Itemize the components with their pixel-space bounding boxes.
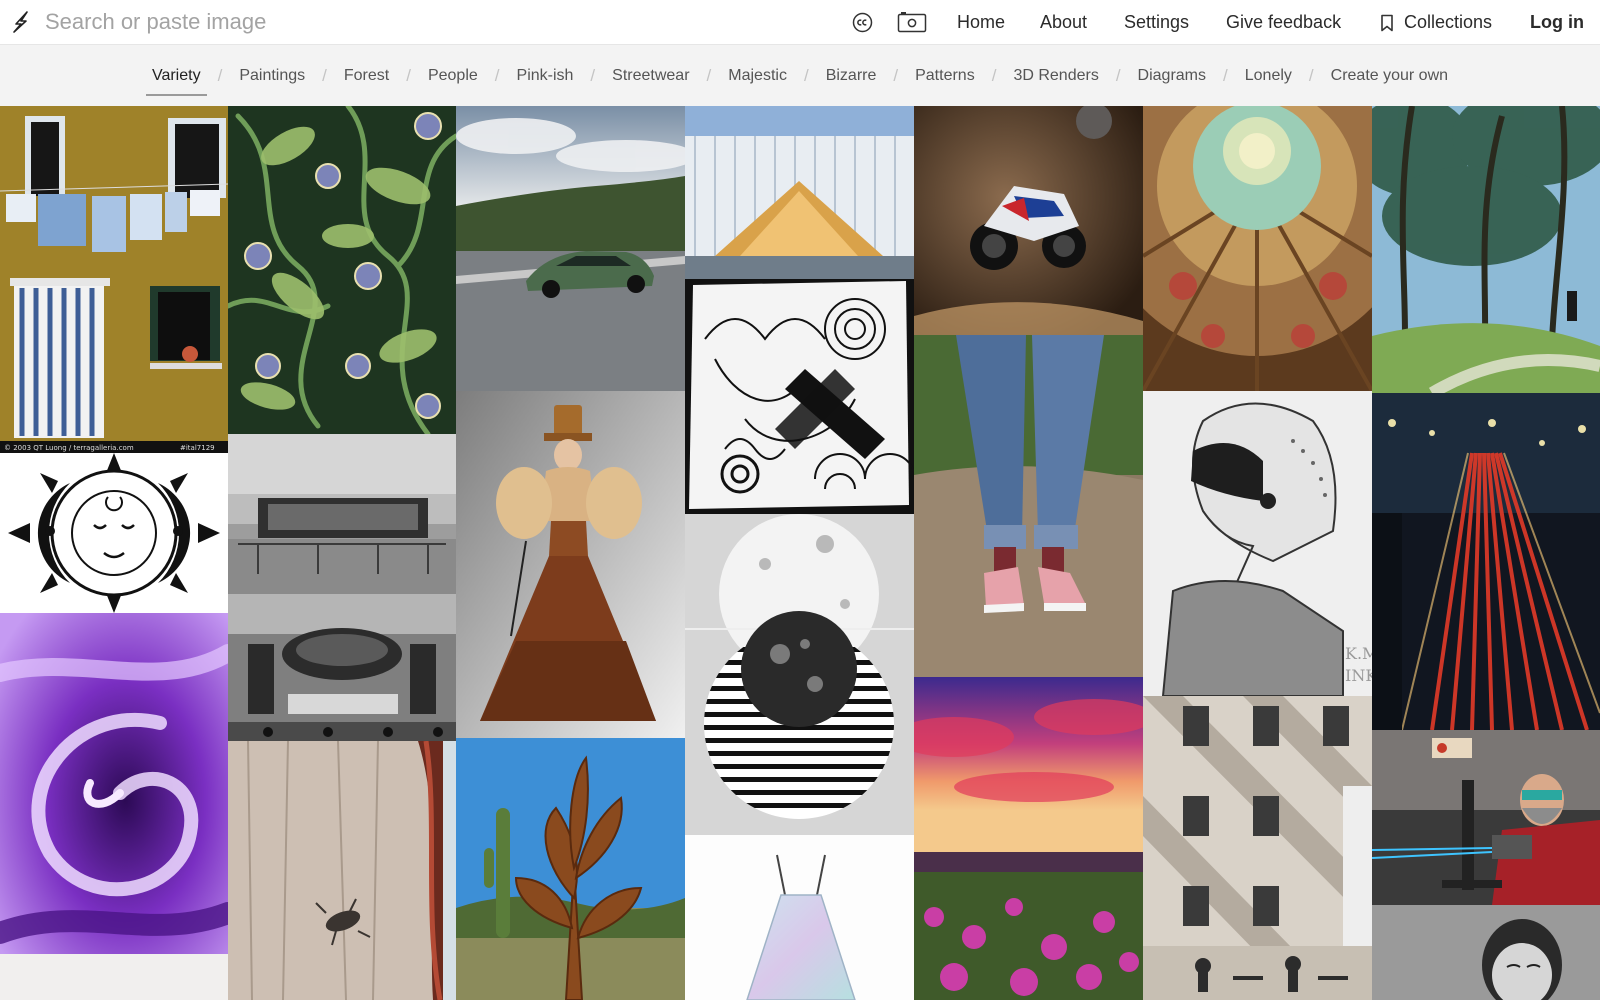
category-list: Variety / Paintings / Forest / People / Pink-ish… [146,62,1448,96]
category-separator: / [590,65,596,85]
category-lonely[interactable]: Lonely [1245,62,1292,90]
category-separator: / [803,65,809,85]
top-bar: Home About Settings Give feedback Collec… [0,0,1600,45]
category-separator: / [706,65,712,85]
image-tile-metal-sculpture[interactable] [456,738,685,1000]
sketch-signature-1: K.M [1345,644,1372,663]
category-create-your-own[interactable]: Create your own [1331,62,1448,90]
image-tile-purple-swirl[interactable] [0,613,228,954]
image-tile-jeans-sneakers[interactable] [914,335,1143,677]
category-majestic[interactable]: Majestic [728,62,787,90]
image-tile-glass-building[interactable] [685,106,914,279]
category-bar: Variety / Paintings / Forest / People / Pink-ish… [0,45,1600,106]
category-separator: / [406,65,411,85]
category-separator: / [1115,65,1121,85]
image-tile-holographic-dress[interactable] [685,835,914,1000]
search-input[interactable] [45,6,745,38]
camera-icon[interactable] [897,11,927,33]
nav-about-link[interactable]: About [1040,0,1087,45]
category-bizarre[interactable]: Bizarre [826,62,877,90]
category-people[interactable]: People [428,62,478,90]
category-paintings[interactable]: Paintings [239,62,305,90]
image-tile-zentangle[interactable] [685,279,914,514]
image-tile-sun-moon[interactable] [0,453,228,613]
category-pink-ish[interactable]: Pink-ish [517,62,574,90]
image-tile-victorian-dress[interactable] [456,391,685,738]
nav-feedback-link[interactable]: Give feedback [1226,0,1341,45]
category-variety[interactable]: Variety [146,62,207,96]
category-streetwear[interactable]: Streetwear [612,62,689,90]
nav-home-link[interactable]: Home [957,0,1005,45]
image-tile-dome-ceiling[interactable] [1143,106,1372,391]
image-tile-partial-1[interactable] [0,954,228,1000]
image-tile-yellow-house[interactable]: © 2003 QT Luong / terragalleria.com #ita… [0,106,228,453]
image-tile-city-traffic[interactable] [1372,393,1600,730]
sketch-signature-2: INK [1345,666,1372,685]
image-tile-motorcycle[interactable] [914,106,1143,335]
category-separator: / [991,65,997,85]
image-tile-bw-portrait[interactable] [1372,905,1600,1000]
image-tile-green-car[interactable] [456,106,685,391]
image-tile-astronaut-sketch[interactable]: K.M INK [1143,391,1372,696]
category-separator: / [322,65,327,85]
image-tile-interior-bw-2[interactable] [228,594,456,741]
image-tile-interior-bw-1[interactable] [228,434,456,594]
login-button[interactable]: Log in [1530,0,1584,45]
image-tile-building-shadows[interactable] [1143,696,1372,1000]
watermark-right: #ital7129 [180,444,215,452]
category-diagrams[interactable]: Diagrams [1138,62,1206,90]
category-separator: / [893,65,899,85]
creative-commons-icon[interactable] [852,12,873,33]
image-tile-floral-pattern[interactable] [228,106,456,434]
category-3d-renders[interactable]: 3D Renders [1013,62,1098,90]
lightning-bolt-icon[interactable] [10,10,32,34]
category-patterns[interactable]: Patterns [915,62,975,90]
nav-settings-link[interactable]: Settings [1124,0,1189,45]
image-tile-sunset-flowers[interactable] [914,677,1143,1000]
image-tile-moon-stripes[interactable] [685,514,914,835]
watermark-left: © 2003 QT Luong / terragalleria.com [4,444,134,452]
bookmark-icon [1381,14,1393,31]
category-separator: / [1223,65,1228,85]
category-forest[interactable]: Forest [344,62,389,90]
image-tile-tree-bark[interactable] [228,741,456,1000]
collections-label: Collections [1404,12,1493,32]
image-grid: © 2003 QT Luong / terragalleria.com #ita… [0,106,1600,1000]
category-separator: / [1308,65,1314,85]
nav-collections-link[interactable]: Collections [1380,0,1492,45]
image-tile-laser-scientist[interactable] [1372,730,1600,905]
category-separator: / [494,65,500,85]
category-separator: / [217,65,223,85]
image-tile-forest-painting[interactable] [1372,106,1600,393]
